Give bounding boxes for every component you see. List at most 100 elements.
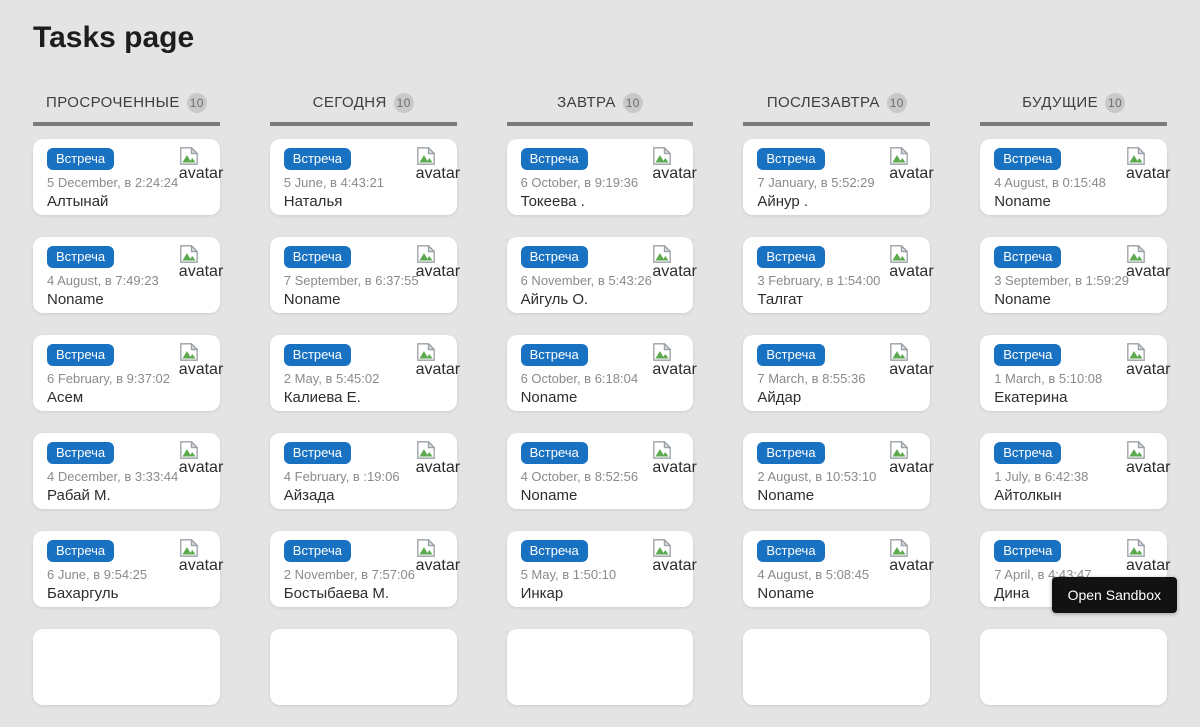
task-name: Екатерина (994, 389, 1153, 406)
open-sandbox-button[interactable]: Open Sandbox (1052, 577, 1177, 613)
avatar: avatar (179, 147, 229, 182)
task-name: Noname (284, 291, 443, 308)
task-name: Noname (994, 291, 1153, 308)
avatar-alt-text: avatar (1126, 166, 1176, 182)
avatar-alt-text: avatar (416, 362, 466, 378)
avatar-alt-text: avatar (416, 558, 466, 574)
broken-image-icon (179, 539, 199, 557)
avatar: avatar (652, 441, 702, 476)
task-type-badge: Встреча (757, 540, 824, 562)
task-card[interactable]: Встреча 2 May, в 5:45:02 Калиева Е. avat… (270, 335, 457, 411)
task-card-partial[interactable] (507, 629, 694, 705)
task-card[interactable]: Встреча 4 August, в 5:08:45 Noname avata… (743, 531, 930, 607)
task-type-badge: Встреча (757, 344, 824, 366)
avatar: avatar (889, 147, 939, 182)
avatar: avatar (889, 539, 939, 574)
task-card[interactable]: Встреча 3 February, в 1:54:00 Талгат ava… (743, 237, 930, 313)
avatar: avatar (1126, 343, 1176, 378)
task-name: Noname (521, 487, 680, 504)
task-card[interactable]: Встреча 2 November, в 7:57:06 Бостыбаева… (270, 531, 457, 607)
avatar-alt-text: avatar (1126, 362, 1176, 378)
avatar: avatar (416, 441, 466, 476)
avatar-alt-text: avatar (416, 460, 466, 476)
task-card[interactable]: Встреча 4 August, в 0:15:48 Noname avata… (980, 139, 1167, 215)
task-card-partial[interactable] (33, 629, 220, 705)
task-type-badge: Встреча (521, 540, 588, 562)
avatar-alt-text: avatar (889, 264, 939, 280)
avatar: avatar (416, 539, 466, 574)
task-card[interactable]: Встреча 6 June, в 9:54:25 Бахаргуль avat… (33, 531, 220, 607)
task-card[interactable]: Встреча 3 September, в 1:59:29 Noname av… (980, 237, 1167, 313)
task-type-badge: Встреча (47, 442, 114, 464)
task-card-partial[interactable] (743, 629, 930, 705)
task-card[interactable]: Встреча 7 January, в 5:52:29 Айнур . ava… (743, 139, 930, 215)
task-name: Бостыбаева М. (284, 585, 443, 602)
column-cards: Встреча 4 August, в 0:15:48 Noname avata… (980, 139, 1167, 705)
avatar-alt-text: avatar (652, 558, 702, 574)
task-card[interactable]: Встреча 4 August, в 7:49:23 Noname avata… (33, 237, 220, 313)
task-card[interactable]: Встреча 4 October, в 8:52:56 Noname avat… (507, 433, 694, 509)
task-card[interactable]: Встреча 6 February, в 9:37:02 Асем avata… (33, 335, 220, 411)
avatar: avatar (179, 441, 229, 476)
task-name: Noname (47, 291, 206, 308)
task-name: Noname (521, 389, 680, 406)
task-column: БУДУЩИЕ 10 Встреча 4 August, в 0:15:48 N… (980, 93, 1167, 727)
column-header: ПОСЛЕЗАВТРА 10 (743, 93, 930, 126)
task-card[interactable]: Встреча 6 November, в 5:43:26 Айгуль О. … (507, 237, 694, 313)
task-card[interactable]: Встреча 4 February, в :19:06 Айзада avat… (270, 433, 457, 509)
task-card[interactable]: Встреча 2 August, в 10:53:10 Noname avat… (743, 433, 930, 509)
task-name: Noname (757, 487, 916, 504)
avatar: avatar (1126, 539, 1176, 574)
task-card[interactable]: Встреча 4 December, в 3:33:44 Рабай М. a… (33, 433, 220, 509)
page-title: Tasks page (33, 20, 1200, 56)
column-header: ЗАВТРА 10 (507, 93, 694, 126)
column-title: БУДУЩИЕ (1022, 95, 1098, 111)
broken-image-icon (1126, 147, 1146, 165)
avatar-alt-text: avatar (889, 460, 939, 476)
broken-image-icon (179, 147, 199, 165)
task-card[interactable]: Встреча 6 October, в 9:19:36 Токеева . a… (507, 139, 694, 215)
task-card[interactable]: Встреча 1 March, в 5:10:08 Екатерина ava… (980, 335, 1167, 411)
task-card[interactable]: Встреча 1 July, в 6:42:38 Айтолкын avata… (980, 433, 1167, 509)
avatar: avatar (179, 245, 229, 280)
column-count-badge: 10 (623, 93, 643, 113)
task-type-badge: Встреча (521, 246, 588, 268)
broken-image-icon (1126, 245, 1146, 263)
avatar: avatar (889, 343, 939, 378)
task-type-badge: Встреча (994, 246, 1061, 268)
avatar-alt-text: avatar (179, 264, 229, 280)
column-count-badge: 10 (887, 93, 907, 113)
broken-image-icon (1126, 343, 1146, 361)
avatar: avatar (652, 539, 702, 574)
broken-image-icon (416, 147, 436, 165)
task-card[interactable]: Встреча 5 June, в 4:43:21 Наталья avatar (270, 139, 457, 215)
task-type-badge: Встреча (284, 246, 351, 268)
task-name: Рабай М. (47, 487, 206, 504)
task-type-badge: Встреча (284, 344, 351, 366)
task-card-partial[interactable] (980, 629, 1167, 705)
avatar: avatar (652, 147, 702, 182)
avatar-alt-text: avatar (179, 166, 229, 182)
task-type-badge: Встреча (994, 148, 1061, 170)
avatar: avatar (889, 441, 939, 476)
task-card[interactable]: Встреча 7 March, в 8:55:36 Айдар avatar (743, 335, 930, 411)
task-name: Noname (994, 193, 1153, 210)
broken-image-icon (1126, 441, 1146, 459)
task-card[interactable]: Встреча 5 May, в 1:50:10 Инкар avatar (507, 531, 694, 607)
avatar-alt-text: avatar (889, 362, 939, 378)
task-name: Талгат (757, 291, 916, 308)
broken-image-icon (889, 245, 909, 263)
avatar-alt-text: avatar (179, 558, 229, 574)
task-name: Айзада (284, 487, 443, 504)
task-card[interactable]: Встреча 6 October, в 6:18:04 Noname avat… (507, 335, 694, 411)
avatar-alt-text: avatar (889, 558, 939, 574)
task-card[interactable]: Встреча 5 December, в 2:24:24 Алтынай av… (33, 139, 220, 215)
avatar: avatar (652, 343, 702, 378)
broken-image-icon (179, 343, 199, 361)
broken-image-icon (889, 343, 909, 361)
column-cards: Встреча 5 December, в 2:24:24 Алтынай av… (33, 139, 220, 705)
avatar: avatar (1126, 245, 1176, 280)
task-card[interactable]: Встреча 7 September, в 6:37:55 Noname av… (270, 237, 457, 313)
task-card-partial[interactable] (270, 629, 457, 705)
task-name: Айтолкын (994, 487, 1153, 504)
